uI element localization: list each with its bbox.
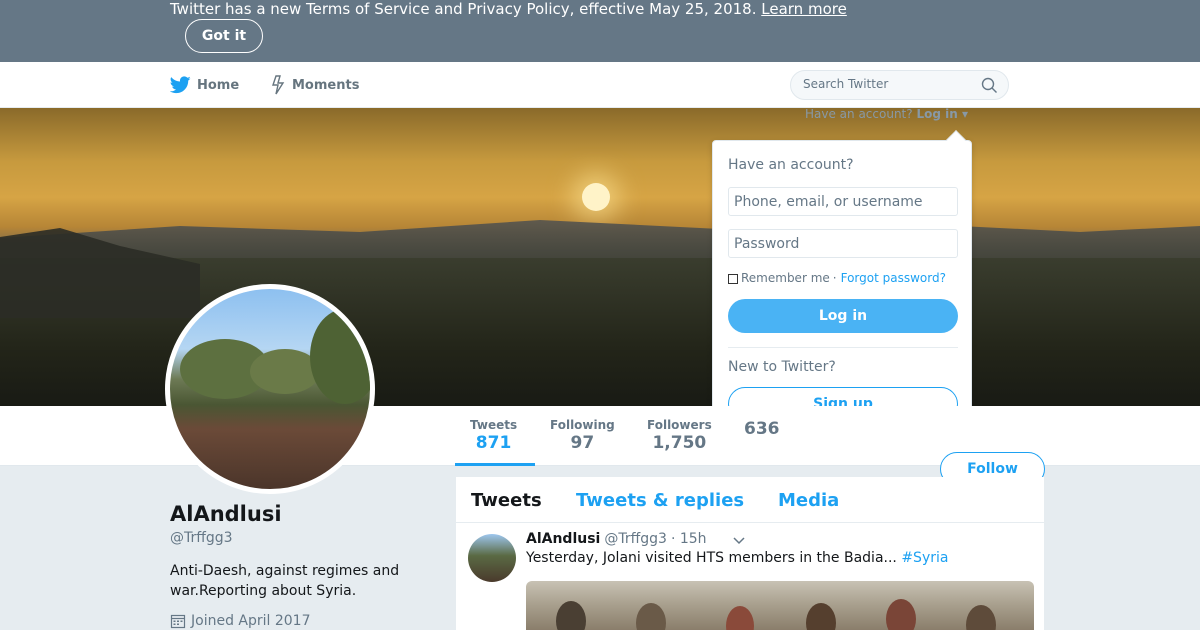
- caret-down-icon: ▾: [957, 107, 968, 121]
- tweet-text: Yesterday, Jolani visited HTS members in…: [526, 550, 948, 566]
- joined-text: Joined April 2017: [191, 613, 311, 629]
- login-hint: Have an account? Log in ▾: [805, 107, 968, 121]
- remember-label: Remember me: [741, 271, 830, 285]
- login-dropdown-title: Have an account?: [728, 157, 854, 173]
- profile-joined: Joined April 2017: [170, 613, 311, 629]
- person-graphic: [966, 605, 996, 630]
- person-graphic: [556, 601, 586, 630]
- search-icon[interactable]: [981, 77, 998, 94]
- tweet-timestamp[interactable]: · 15h: [671, 531, 707, 547]
- stat-value: 636: [744, 419, 780, 439]
- nav-moments[interactable]: Moments: [270, 62, 359, 108]
- active-stat-indicator: [455, 463, 535, 466]
- nav-home[interactable]: Home: [170, 62, 239, 108]
- person-graphic: [726, 606, 754, 630]
- tweet-author-name[interactable]: AlAndlusi: [526, 531, 600, 547]
- tos-message: Twitter has a new Terms of Service and P…: [170, 0, 757, 18]
- nav-moments-label: Moments: [292, 77, 360, 93]
- tos-banner: Twitter has a new Terms of Service and P…: [0, 0, 1200, 62]
- stat-value: 871: [475, 433, 512, 453]
- stat-label: Followers: [647, 418, 712, 432]
- tos-text: Twitter has a new Terms of Service and P…: [170, 0, 847, 18]
- stat-label: Following: [550, 418, 615, 432]
- calendar-icon: [170, 614, 186, 629]
- remember-row: Remember me · Forgot password?: [728, 271, 946, 285]
- username-field[interactable]: [728, 187, 958, 216]
- login-link-label: Log in: [916, 107, 958, 121]
- timeline-tabs: Tweets Tweets & replies Media: [456, 477, 1044, 523]
- learn-more-link[interactable]: Learn more: [761, 0, 847, 18]
- login-dropdown-toggle[interactable]: Log in ▾: [916, 107, 968, 121]
- stat-followers[interactable]: Followers 1,750: [647, 418, 712, 453]
- tweet-header: AlAndlusi @Trffgg3 · 15h: [526, 531, 707, 547]
- separator-dot: ·: [832, 271, 837, 285]
- twitter-bird-icon: [170, 76, 191, 94]
- stat-likes[interactable]: 636: [744, 418, 780, 439]
- tweet-media-image[interactable]: [526, 581, 1034, 630]
- person-graphic: [886, 599, 916, 630]
- top-navigation: Home Moments: [0, 62, 1200, 108]
- tweet-body: Yesterday, Jolani visited HTS members in…: [526, 550, 897, 566]
- sun-graphic: [582, 183, 610, 211]
- got-it-button[interactable]: Got it: [185, 19, 263, 53]
- timeline: Tweets Tweets & replies Media AlAndlusi …: [456, 477, 1044, 630]
- forgot-password-link[interactable]: Forgot password?: [841, 271, 946, 285]
- person-graphic: [636, 603, 666, 630]
- tab-tweets-replies[interactable]: Tweets & replies: [576, 490, 744, 511]
- stat-value: 1,750: [652, 433, 707, 453]
- login-button[interactable]: Log in: [728, 299, 958, 333]
- stat-tweets[interactable]: Tweets 871: [470, 418, 517, 453]
- nav-home-label: Home: [197, 77, 240, 93]
- profile-name[interactable]: AlAndlusi: [170, 502, 282, 526]
- remember-checkbox[interactable]: [728, 274, 738, 284]
- profile-bio: Anti-Daesh, against regimes and war.Repo…: [170, 563, 400, 599]
- stat-following[interactable]: Following 97: [550, 418, 615, 453]
- search-box[interactable]: [790, 70, 1009, 100]
- new-to-twitter-text: New to Twitter?: [728, 359, 836, 375]
- chevron-down-icon[interactable]: [733, 537, 745, 545]
- person-graphic: [806, 603, 836, 630]
- tweet-hashtag[interactable]: #Syria: [901, 550, 948, 566]
- divider: [728, 347, 958, 348]
- tab-tweets[interactable]: Tweets: [471, 490, 542, 511]
- profile-handle: @Trffgg3: [170, 530, 233, 546]
- tab-media[interactable]: Media: [778, 490, 839, 511]
- tweet-avatar[interactable]: [468, 534, 516, 582]
- tweet-author-handle[interactable]: @Trffgg3: [604, 531, 667, 547]
- login-prompt: Have an account?: [805, 107, 913, 121]
- search-input[interactable]: [803, 77, 973, 91]
- profile-avatar[interactable]: [165, 284, 375, 494]
- password-field[interactable]: [728, 229, 958, 258]
- stat-label: Tweets: [470, 418, 518, 432]
- login-dropdown: Have an account? Remember me · Forgot pa…: [712, 130, 972, 440]
- lightning-icon: [272, 75, 285, 95]
- stat-value: 97: [570, 433, 595, 453]
- tree-graphic: [310, 309, 370, 404]
